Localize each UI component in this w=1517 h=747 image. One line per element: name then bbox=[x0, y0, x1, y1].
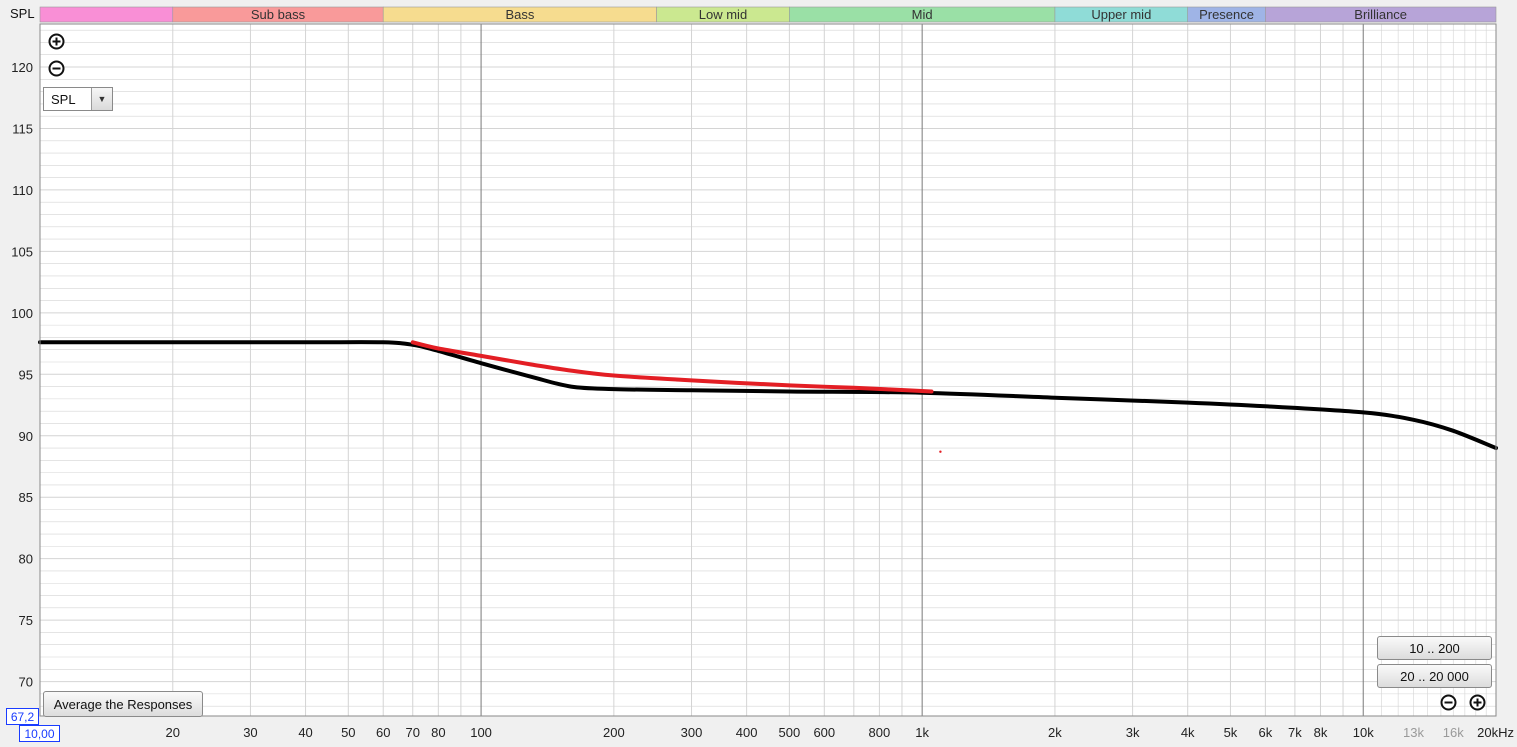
y-axis-ticks: 70 75 80 85 90 95 100 105 110 115 120 bbox=[11, 60, 33, 690]
spl-select-value: SPL bbox=[51, 91, 76, 107]
x-tick-label: 200 bbox=[603, 725, 625, 740]
x-tick-label: 7k bbox=[1288, 725, 1302, 740]
x-tick-label: 4k bbox=[1181, 725, 1195, 740]
x-min-value-field[interactable]: 10,00 bbox=[19, 725, 60, 742]
y-tick-label: 85 bbox=[19, 490, 33, 505]
x-tick-label: 80 bbox=[431, 725, 445, 740]
band-label: Upper mid bbox=[1091, 7, 1151, 22]
frequency-response-chart[interactable]: Sub bass Bass Low mid Mid Upper mid Presence B… bbox=[0, 0, 1517, 747]
x-tick-label: 2k bbox=[1048, 725, 1062, 740]
band-0 bbox=[39, 6, 174, 23]
y-axis-tag: SPL bbox=[10, 6, 35, 21]
y-tick-label: 90 bbox=[19, 429, 33, 444]
x-tick-label: 500 bbox=[779, 725, 801, 740]
y-tick-label: 95 bbox=[19, 367, 33, 382]
y-tick-label: 100 bbox=[11, 306, 33, 321]
y-tick-label: 115 bbox=[12, 121, 33, 136]
y-tick-label: 105 bbox=[11, 244, 33, 259]
x-tick-label: 50 bbox=[341, 725, 355, 740]
range-20-20000-button[interactable]: 20 .. 20 000 bbox=[1377, 664, 1492, 688]
band-label: Low mid bbox=[699, 7, 747, 22]
x-tick-label: 20 bbox=[166, 725, 180, 740]
x-tick-label: 40 bbox=[298, 725, 312, 740]
x-tick-label: 400 bbox=[736, 725, 758, 740]
x-tick-label: 60 bbox=[376, 725, 390, 740]
band-label: Brilliance bbox=[1354, 7, 1407, 22]
x-tick-label: 3k bbox=[1126, 725, 1140, 740]
zoom-out-icon[interactable] bbox=[48, 60, 65, 77]
x-tick-label: 70 bbox=[406, 725, 420, 740]
zoom-in-icon[interactable] bbox=[48, 33, 65, 50]
zoom-in-x-icon[interactable] bbox=[1469, 694, 1486, 711]
spl-select[interactable]: SPL ▼ bbox=[43, 87, 113, 111]
band-label: Bass bbox=[505, 7, 534, 22]
x-tick-label: 8k bbox=[1314, 725, 1328, 740]
x-tick-label: 20kHz bbox=[1477, 725, 1514, 740]
x-tick-label: 1k bbox=[915, 725, 929, 740]
x-tick-label: 600 bbox=[813, 725, 835, 740]
plot-area[interactable] bbox=[40, 24, 1496, 716]
x-tick-label: 13k bbox=[1403, 725, 1424, 740]
x-tick-label: 30 bbox=[243, 725, 257, 740]
chevron-down-icon[interactable]: ▼ bbox=[91, 88, 112, 110]
x-tick-label: 300 bbox=[681, 725, 703, 740]
x-tick-label: 10k bbox=[1353, 725, 1374, 740]
y-tick-label: 110 bbox=[12, 183, 33, 198]
average-responses-button[interactable]: Average the Responses bbox=[43, 691, 203, 717]
x-tick-label: 5k bbox=[1224, 725, 1238, 740]
y-tick-label: 70 bbox=[19, 675, 33, 690]
x-axis-ticks: 20 30 40 50 60 70 80 100 200 300 400 500 600 800 1k 2k 3… bbox=[166, 725, 1514, 740]
x-tick-label: 16k bbox=[1443, 725, 1464, 740]
x-tick-label: 6k bbox=[1259, 725, 1273, 740]
band-label: Mid bbox=[912, 7, 933, 22]
band-label: Sub bass bbox=[251, 7, 306, 22]
y-tick-label: 80 bbox=[19, 552, 33, 567]
frequency-bands: Sub bass Bass Low mid Mid Upper mid Presence B… bbox=[39, 6, 1497, 23]
y-tick-label: 75 bbox=[19, 613, 33, 628]
band-label: Presence bbox=[1199, 7, 1254, 22]
x-tick-label: 100 bbox=[470, 725, 492, 740]
stray-point bbox=[939, 450, 942, 453]
zoom-out-x-icon[interactable] bbox=[1440, 694, 1457, 711]
range-10-200-button[interactable]: 10 .. 200 bbox=[1377, 636, 1492, 660]
y-tick-label: 120 bbox=[11, 60, 33, 75]
x-tick-label: 800 bbox=[869, 725, 891, 740]
y-min-value-field[interactable]: 67,2 bbox=[6, 708, 39, 725]
